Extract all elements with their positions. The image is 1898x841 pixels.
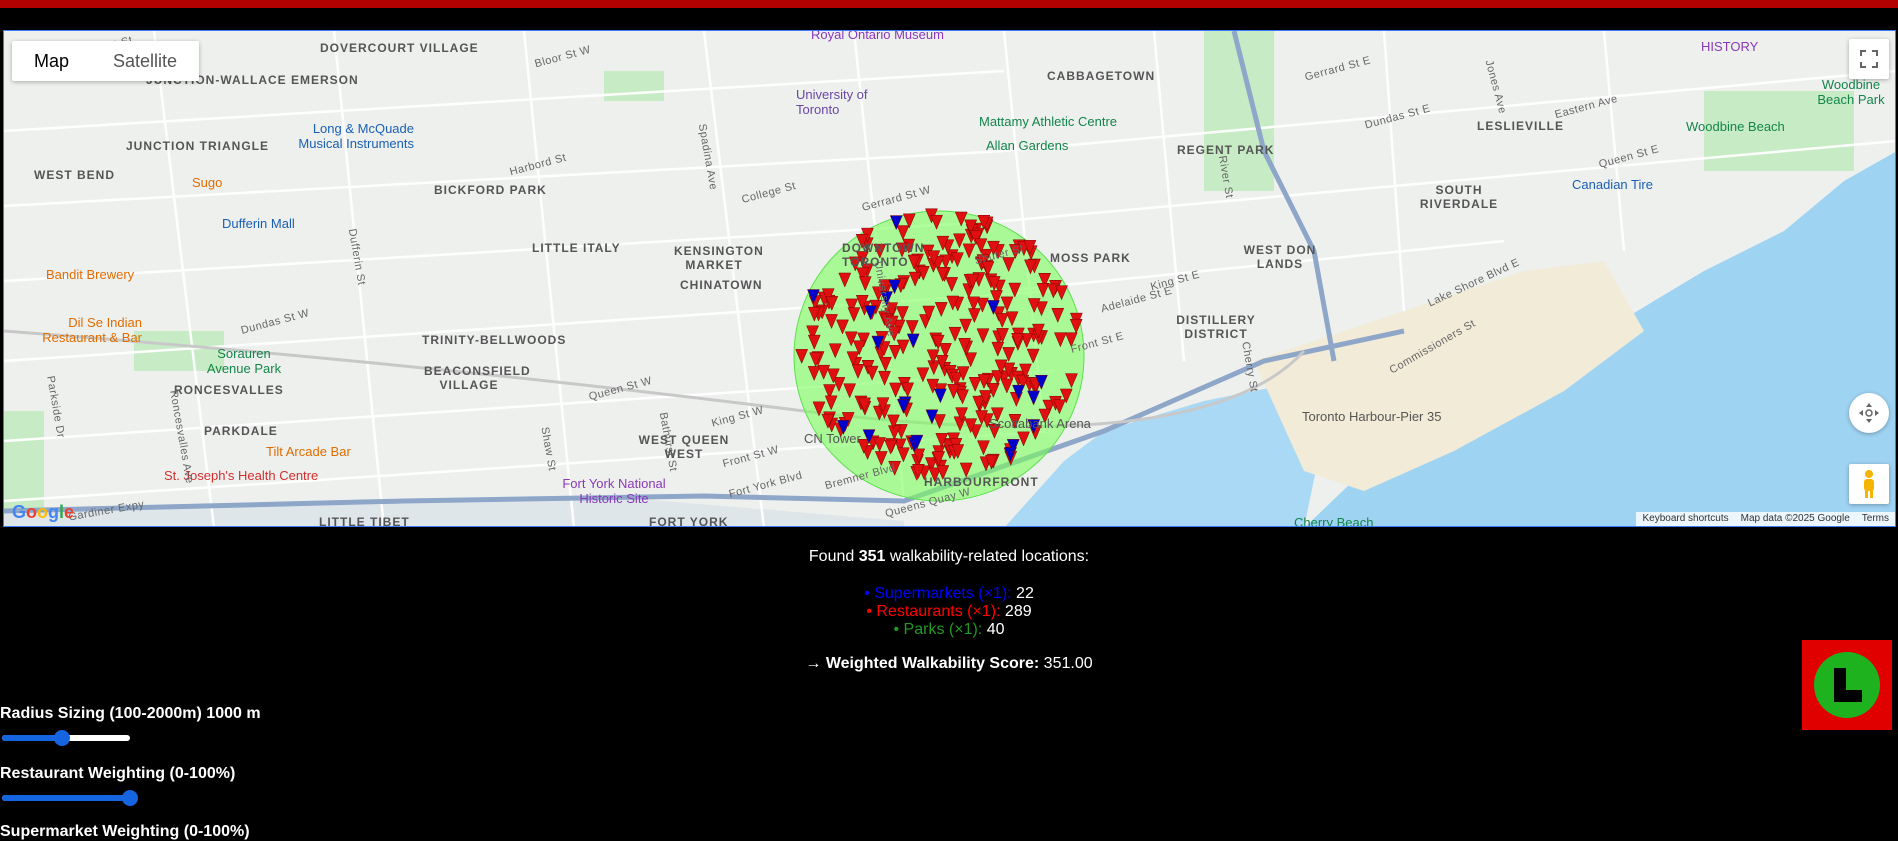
poi-label[interactable]: Dufferin Mall — [222, 216, 295, 231]
restaurant-weight-slider-thumb[interactable] — [122, 790, 138, 806]
district-label: DOVERCOURT VILLAGE — [320, 41, 479, 55]
poi-label[interactable]: Canadian Tire — [1572, 177, 1653, 192]
district-label: WEST DON LANDS — [1243, 243, 1317, 271]
district-label: RONCESVALLES — [174, 383, 284, 397]
radius-slider[interactable] — [2, 730, 130, 746]
poi-label[interactable]: Sorauren Avenue Park — [199, 346, 289, 376]
poi-label[interactable]: Scotiabank Arena — [989, 416, 1091, 431]
poi-label[interactable]: Woodbine Beach — [1686, 119, 1785, 134]
summary-suffix: walkability-related locations: — [889, 548, 1090, 565]
legend-value-supermarkets: 22 — [1016, 585, 1034, 602]
legend-label-parks: • Parks (×1): — [893, 621, 983, 638]
legend-value-restaurants: 289 — [1004, 603, 1032, 620]
district-label: LITTLE TIBET — [319, 515, 410, 527]
poi-label[interactable]: Bandit Brewery — [46, 267, 134, 282]
legend-label-supermarkets: • Supermarkets (×1): — [864, 585, 1012, 602]
radius-slider-thumb[interactable] — [54, 730, 71, 746]
poi-label[interactable]: Royal Ontario Museum — [811, 31, 944, 42]
poi-label[interactable]: Sugo — [192, 175, 222, 190]
poi-label[interactable]: Fort York National Historic Site — [554, 476, 674, 506]
district-label: BEACONSFIELD VILLAGE — [424, 364, 531, 392]
walkability-score: → Weighted Walkability Score: 351.00 — [0, 655, 1898, 673]
poi-label[interactable]: Cherry Beach — [1294, 515, 1373, 526]
legend-row-parks: • Parks (×1): 40 — [0, 621, 1898, 639]
district-label: WEST QUEEN WEST — [638, 433, 730, 461]
restaurant-weight-slider[interactable] — [2, 790, 138, 806]
district-label: CABBAGETOWN — [1047, 69, 1156, 83]
poi-label[interactable]: Woodbine Beach Park — [1816, 77, 1886, 107]
legend-row-restaurants: • Restaurants (×1): 289 — [0, 603, 1898, 621]
district-label: WEST BEND — [34, 168, 115, 182]
radius-slider-fill — [2, 735, 63, 741]
poi-label[interactable]: Toronto Harbour-Pier 35 — [1302, 409, 1441, 424]
map-type-satellite-button[interactable]: Satellite — [91, 41, 199, 81]
district-label: BICKFORD PARK — [434, 183, 547, 197]
poi-label[interactable]: Tilt Arcade Bar — [266, 444, 351, 459]
pegman-icon — [1864, 470, 1874, 498]
radius-slider-label: Radius Sizing (100-2000m) 1000 m — [0, 705, 261, 722]
district-label: LITTLE ITALY — [532, 241, 621, 255]
google-logo: Google — [12, 502, 75, 522]
legend-row-supermarkets: • Supermarkets (×1): 22 — [0, 585, 1898, 603]
district-label: KENSINGTON MARKET — [674, 244, 764, 272]
district-label: DISTILLERY DISTRICT — [1176, 313, 1256, 341]
district-label: JUNCTION TRIANGLE — [126, 139, 269, 153]
map-attribution: Keyboard shortcuts Map data ©2025 Google… — [1636, 512, 1895, 526]
legend-label-restaurants: • Restaurants (×1): — [866, 603, 1001, 620]
poi-label[interactable]: HISTORY — [1701, 39, 1758, 54]
poi-label[interactable]: University of Toronto — [796, 87, 886, 117]
category-legend: • Supermarkets (×1): 22 • Restaurants (×… — [0, 585, 1898, 639]
map-type-control[interactable]: Map Satellite — [12, 41, 200, 81]
camera-control-button[interactable] — [1849, 393, 1889, 433]
district-label: LESLIEVILLE — [1477, 119, 1565, 133]
map-view[interactable]: Map Satellite DOVERCOURT VILLAGE JUNCTIO… — [3, 30, 1896, 527]
restaurant-weight-label: Restaurant Weighting (0-100%) — [0, 765, 236, 782]
legend-value-parks: 40 — [986, 621, 1005, 638]
poi-label[interactable]: CN Tower — [804, 431, 861, 446]
street-view-toggle-button[interactable] — [1802, 640, 1892, 730]
terms-link[interactable]: Terms — [1862, 512, 1889, 526]
district-label: DOWNTOWN TORONTO — [842, 241, 925, 269]
district-label: CHINATOWN — [680, 278, 763, 292]
district-label: TRINITY-BELLWOODS — [422, 333, 567, 347]
restaurant-weight-slider-fill — [2, 795, 130, 801]
poi-label[interactable]: Allan Gardens — [986, 138, 1068, 153]
results-summary: Found 351 walkability-related locations: — [0, 548, 1898, 566]
score-label: → Weighted Walkability Score: — [805, 655, 1040, 672]
results-count: 351 — [858, 548, 886, 565]
boot-icon — [1814, 652, 1880, 718]
score-value: 351.00 — [1043, 655, 1093, 672]
top-accent-bar — [0, 0, 1898, 8]
fullscreen-button[interactable] — [1849, 39, 1889, 79]
supermarket-weight-label: Supermarket Weighting (0-100%) — [0, 823, 250, 840]
street-view-pegman-button[interactable] — [1849, 464, 1889, 504]
map-data-credit: Map data ©2025 Google — [1740, 513, 1850, 524]
district-label: PARKDALE — [204, 424, 278, 438]
keyboard-shortcuts-link[interactable]: Keyboard shortcuts — [1642, 512, 1728, 526]
district-label: FORT YORK — [649, 515, 729, 527]
district-label: SOUTH RIVERDALE — [1419, 183, 1499, 211]
poi-label[interactable]: Mattamy Athletic Centre — [979, 114, 1117, 129]
district-label: MOSS PARK — [1050, 251, 1131, 265]
poi-label[interactable]: Dil Se Indian Restaurant & Bar — [32, 315, 142, 345]
district-label: HARBOURFRONT — [924, 475, 1039, 489]
fullscreen-icon — [1860, 50, 1878, 68]
summary-prefix: Found — [808, 548, 855, 565]
poi-label[interactable]: Long & McQuade Musical Instruments — [274, 121, 414, 151]
map-type-map-button[interactable]: Map — [12, 41, 91, 81]
move-arrows-icon — [1859, 403, 1879, 423]
